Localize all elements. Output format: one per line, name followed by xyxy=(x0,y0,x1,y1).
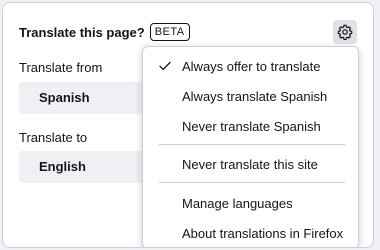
check-slot xyxy=(143,61,182,71)
menu-item-always-translate[interactable]: Always translate Spanish xyxy=(143,83,358,109)
translation-panel: Translate this page? BETA Translate from… xyxy=(2,2,374,248)
settings-menu: Always offer to translate Always transla… xyxy=(142,46,359,247)
panel-header: Translate this page? BETA xyxy=(19,22,190,42)
translate-from-label: Translate from xyxy=(19,60,103,75)
menu-item-label: Never translate Spanish xyxy=(182,118,321,134)
menu-item-never-translate-language[interactable]: Never translate Spanish xyxy=(143,113,358,139)
translate-to-label: Translate to xyxy=(19,130,88,145)
menu-item-label: Always translate Spanish xyxy=(182,88,328,104)
menu-item-always-offer[interactable]: Always offer to translate xyxy=(143,53,358,79)
menu-item-never-translate-site[interactable]: Never translate this site xyxy=(143,151,358,177)
settings-button[interactable] xyxy=(333,20,357,44)
gear-icon xyxy=(337,24,353,40)
menu-item-label: Manage languages xyxy=(182,195,293,211)
beta-badge: BETA xyxy=(149,23,190,41)
checkmark-icon xyxy=(159,61,171,71)
menu-item-label: Always offer to translate xyxy=(182,58,321,74)
menu-separator xyxy=(159,144,345,145)
menu-item-manage-languages[interactable]: Manage languages xyxy=(143,190,358,216)
menu-item-label: Never translate this site xyxy=(182,156,318,172)
menu-separator xyxy=(159,182,345,183)
panel-title: Translate this page? xyxy=(19,24,145,40)
menu-item-label: About translations in Firefox xyxy=(182,225,344,241)
menu-item-about-translations[interactable]: About translations in Firefox xyxy=(143,220,358,246)
